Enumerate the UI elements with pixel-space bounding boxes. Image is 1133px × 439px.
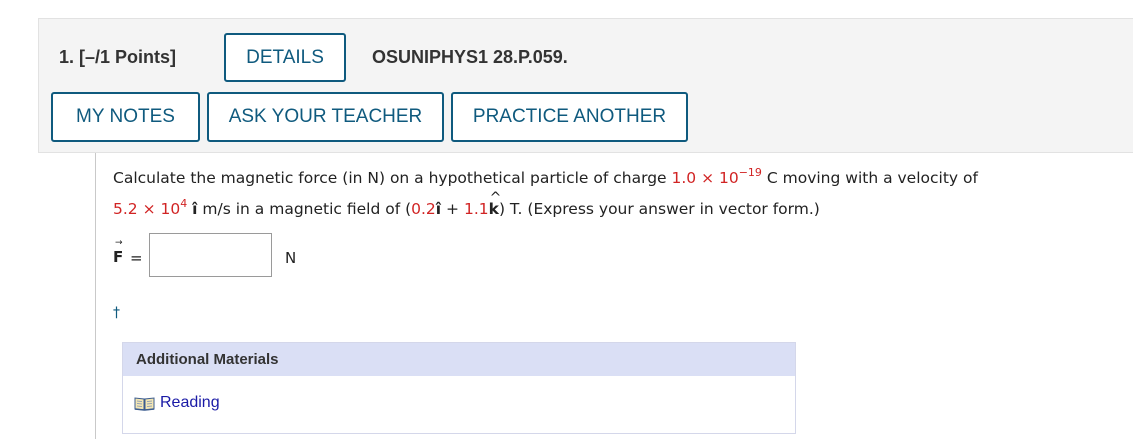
question-number: 1. [–/1 Points]: [59, 47, 177, 67]
my-notes-button[interactable]: MY NOTES: [51, 92, 200, 142]
reading-link[interactable]: Reading: [134, 394, 220, 412]
question-text-prefix: Calculate the magnetic force (in N) on a…: [113, 169, 672, 187]
reading-link-label: Reading: [160, 394, 220, 411]
answer-input[interactable]: [149, 233, 272, 277]
additional-materials-panel: Additional Materials Reading: [122, 342, 796, 434]
question-text-line-2: 5.2 × 104 î m/s in a magnetic field of (…: [113, 188, 820, 219]
unit-vector-k-hat: k: [489, 188, 502, 219]
velocity-value: 5.2 × 104: [113, 197, 188, 218]
force-vector-label: → F: [113, 238, 124, 266]
answer-unit: N: [285, 249, 297, 267]
question-text-line-1: Calculate the magnetic force (in N) on a…: [113, 166, 978, 188]
field-i-component: 0.2: [411, 200, 436, 218]
charge-value: 1.0 × 10−19: [671, 166, 762, 187]
dagger-footnote-mark: †: [113, 305, 120, 321]
vector-arrow-icon: →: [115, 238, 123, 248]
equals-sign: =: [130, 249, 143, 267]
book-icon: [134, 397, 155, 411]
details-button[interactable]: DETAILS: [224, 33, 346, 82]
additional-materials-title: Additional Materials: [123, 343, 795, 376]
question-text-suffix: C moving with a velocity of: [761, 169, 978, 187]
field-k-component: 1.1: [463, 200, 489, 218]
ask-your-teacher-button[interactable]: ASK YOUR TEACHER: [207, 92, 444, 142]
question-left-rule: [95, 153, 96, 439]
practice-another-button[interactable]: PRACTICE ANOTHER: [451, 92, 688, 142]
question-code: OSUNIPHYS1 28.P.059.: [372, 47, 568, 67]
